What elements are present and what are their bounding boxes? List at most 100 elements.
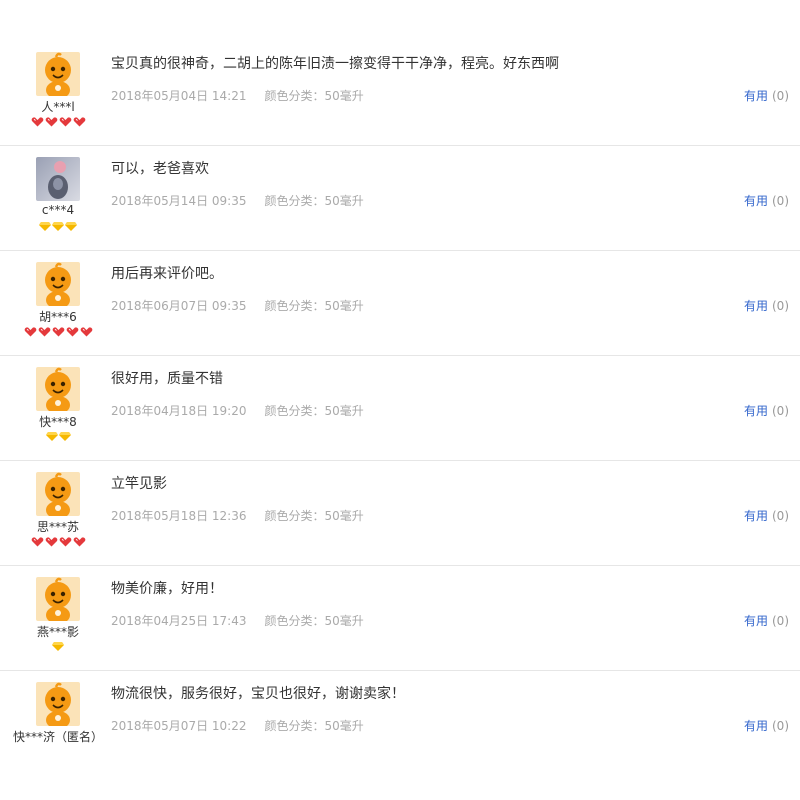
avatar[interactable] xyxy=(36,52,80,96)
review-meta: 2018年05月14日 09:35 颜色分类：50毫升 xyxy=(111,192,364,209)
review-text: 立竿见影 xyxy=(111,476,167,492)
useful-label[interactable]: 有用 xyxy=(744,509,768,523)
review-text: 很好用，质量不错 xyxy=(111,371,223,387)
reviewer-name[interactable]: 思***苏 xyxy=(0,518,116,535)
avatar[interactable] xyxy=(36,367,80,411)
red-heart-icon xyxy=(38,327,50,337)
useful-count: (0) xyxy=(772,89,789,103)
review-meta: 2018年04月18日 19:20 颜色分类：50毫升 xyxy=(111,402,364,419)
useful-label[interactable]: 有用 xyxy=(744,299,768,313)
red-heart-icon xyxy=(73,537,85,547)
useful-button[interactable]: 有用 (0) xyxy=(744,87,789,104)
yellow-diamond-icon xyxy=(39,222,51,231)
yellow-diamond-icon xyxy=(58,432,71,441)
reviewer-info: 胡***6 xyxy=(0,251,116,356)
reviewer-info: 思***苏 xyxy=(0,461,116,566)
review-item: 思***苏 立竿见影 2018年05月18日 12:36 颜色分类：50毫升 有用… xyxy=(0,461,800,566)
yellow-diamond-icon xyxy=(52,642,64,651)
red-heart-icon xyxy=(80,327,92,337)
review-list: 人***l 宝贝真的很神奇，二胡上的陈年旧渍一擦变得干干净净，程亮。好东西啊 2… xyxy=(0,41,800,776)
mascot-avatar-icon xyxy=(36,682,80,726)
yellow-diamond-icon xyxy=(65,222,77,231)
useful-label[interactable]: 有用 xyxy=(744,89,768,103)
useful-label[interactable]: 有用 xyxy=(744,614,768,628)
review-item: 快***济（匿名） 物流很快，服务很好，宝贝也很好，谢谢卖家！ 2018年05月… xyxy=(0,671,800,776)
review-sku: 颜色分类：50毫升 xyxy=(264,614,364,628)
red-heart-icon xyxy=(59,117,71,127)
useful-count: (0) xyxy=(772,404,789,418)
review-meta: 2018年04月25日 17:43 颜色分类：50毫升 xyxy=(111,612,364,629)
review-text: 物流很快，服务很好，宝贝也很好，谢谢卖家！ xyxy=(111,686,405,702)
reviewer-info: 人***l xyxy=(0,41,116,146)
reviewer-info: 快***8 xyxy=(0,356,116,461)
reviewer-name[interactable]: 胡***6 xyxy=(0,308,116,325)
review-sku: 颜色分类：50毫升 xyxy=(264,404,364,418)
review-date: 2018年05月07日 10:22 xyxy=(111,719,247,733)
review-meta: 2018年05月18日 12:36 颜色分类：50毫升 xyxy=(111,507,364,524)
useful-label[interactable]: 有用 xyxy=(744,404,768,418)
red-heart-icon xyxy=(59,537,71,547)
red-heart-icon xyxy=(45,537,57,547)
reviewer-name[interactable]: c***4 xyxy=(0,203,116,217)
red-heart-icon xyxy=(31,117,43,127)
useful-count: (0) xyxy=(772,614,789,628)
review-item: 胡***6 用后再来评价吧。 2018年06月07日 09:35 颜色分类：50毫… xyxy=(0,251,800,356)
review-sku: 颜色分类：50毫升 xyxy=(264,299,364,313)
review-text: 可以，老爸喜欢 xyxy=(111,161,209,177)
review-date: 2018年05月04日 14:21 xyxy=(111,89,247,103)
review-meta: 2018年05月07日 10:22 颜色分类：50毫升 xyxy=(111,717,364,734)
avatar[interactable] xyxy=(36,262,80,306)
reviewer-name[interactable]: 快***济（匿名） xyxy=(0,728,116,745)
useful-button[interactable]: 有用 (0) xyxy=(744,402,789,419)
red-heart-icon xyxy=(24,327,36,337)
useful-button[interactable]: 有用 (0) xyxy=(744,192,789,209)
review-sku: 颜色分类：50毫升 xyxy=(264,194,364,208)
red-heart-icon xyxy=(73,117,85,127)
useful-button[interactable]: 有用 (0) xyxy=(744,612,789,629)
yellow-diamond-icon xyxy=(52,222,64,231)
photo-avatar-icon xyxy=(36,157,80,201)
red-heart-icon xyxy=(52,327,64,337)
reviewer-rank xyxy=(0,642,116,651)
review-sku: 颜色分类：50毫升 xyxy=(264,89,364,103)
avatar[interactable] xyxy=(36,577,80,621)
reviewer-name[interactable]: 燕***影 xyxy=(0,623,116,640)
reviewer-rank xyxy=(0,327,116,337)
useful-count: (0) xyxy=(772,719,789,733)
review-sku: 颜色分类：50毫升 xyxy=(264,509,364,523)
useful-count: (0) xyxy=(772,194,789,208)
review-date: 2018年04月25日 17:43 xyxy=(111,614,247,628)
review-date: 2018年05月14日 09:35 xyxy=(111,194,247,208)
review-item: c***4 可以，老爸喜欢 2018年05月14日 09:35 颜色分类：50毫升… xyxy=(0,146,800,251)
mascot-avatar-icon xyxy=(36,52,80,96)
review-meta: 2018年05月04日 14:21 颜色分类：50毫升 xyxy=(111,87,364,104)
avatar[interactable] xyxy=(36,682,80,726)
avatar[interactable] xyxy=(36,157,80,201)
review-sku: 颜色分类：50毫升 xyxy=(264,719,364,733)
useful-button[interactable]: 有用 (0) xyxy=(744,297,789,314)
red-heart-icon xyxy=(66,327,78,337)
red-heart-icon xyxy=(31,537,43,547)
reviewer-info: 快***济（匿名） xyxy=(0,671,116,776)
mascot-avatar-icon xyxy=(36,262,80,306)
review-item: 人***l 宝贝真的很神奇，二胡上的陈年旧渍一擦变得干干净净，程亮。好东西啊 2… xyxy=(0,41,800,146)
review-date: 2018年05月18日 12:36 xyxy=(111,509,247,523)
review-text: 宝贝真的很神奇，二胡上的陈年旧渍一擦变得干干净净，程亮。好东西啊 xyxy=(111,56,559,72)
review-date: 2018年04月18日 19:20 xyxy=(111,404,247,418)
useful-button[interactable]: 有用 (0) xyxy=(744,717,789,734)
mascot-avatar-icon xyxy=(36,367,80,411)
useful-label[interactable]: 有用 xyxy=(744,719,768,733)
useful-button[interactable]: 有用 (0) xyxy=(744,507,789,524)
useful-count: (0) xyxy=(772,299,789,313)
reviewer-info: 燕***影 xyxy=(0,566,116,671)
avatar[interactable] xyxy=(36,472,80,516)
review-text: 物美价廉，好用！ xyxy=(111,581,223,597)
reviewer-info: c***4 xyxy=(0,146,116,251)
reviewer-rank xyxy=(0,222,116,231)
reviewer-name[interactable]: 人***l xyxy=(0,98,116,115)
useful-label[interactable]: 有用 xyxy=(744,194,768,208)
reviewer-rank xyxy=(0,117,116,127)
reviewer-rank xyxy=(0,537,116,547)
reviewer-name[interactable]: 快***8 xyxy=(0,413,116,430)
reviewer-rank xyxy=(0,432,116,441)
